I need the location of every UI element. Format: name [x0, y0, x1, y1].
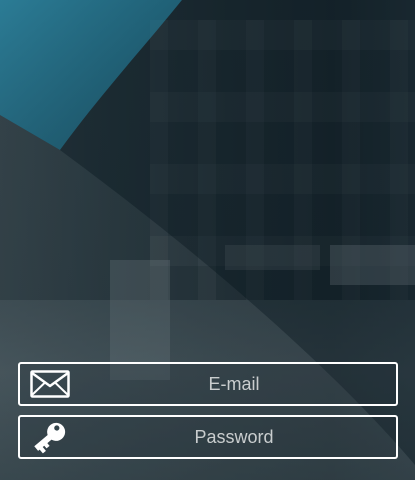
email-input[interactable]: [76, 364, 392, 404]
key-icon: [28, 420, 72, 454]
envelope-icon: [28, 367, 72, 401]
password-field[interactable]: [18, 415, 398, 459]
password-input[interactable]: [76, 417, 392, 457]
dark-diagonal-overlay: [0, 0, 415, 480]
email-field[interactable]: [18, 362, 398, 406]
login-screen: [0, 0, 415, 480]
